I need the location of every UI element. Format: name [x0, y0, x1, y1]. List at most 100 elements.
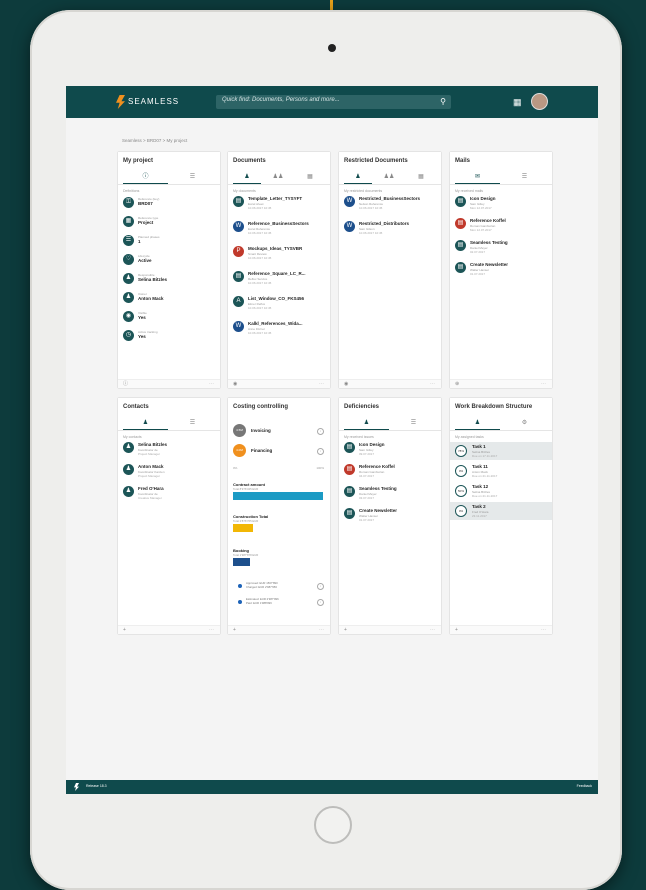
- more-icon[interactable]: ⋯: [430, 380, 435, 388]
- more-icon[interactable]: ⋯: [541, 626, 546, 634]
- document-date: 10.06.2017 10:45: [359, 205, 383, 210]
- home-button[interactable]: [314, 806, 352, 844]
- deficiency-name: Seamless Testing: [359, 486, 397, 491]
- more-icon[interactable]: ⋯: [209, 626, 214, 634]
- document-item[interactable]: W Kalkl_References_Wida... Anne Fitzner 10.…: [233, 321, 329, 337]
- task-due: Due on 21.11.2017: [472, 493, 498, 498]
- contact-item[interactable]: ♟ Anton Mack Koordinator Kanzen Project Man…: [123, 464, 219, 480]
- eye-icon[interactable]: ◉: [233, 380, 237, 388]
- task-name: Task 1: [472, 444, 486, 449]
- costing-controlling-card: Costing controlling 4.5M Invoicing i 4.0…: [228, 398, 330, 634]
- document-item[interactable]: A List_Window_CO_FKS456 Elmer Reflux 10.06.…: [233, 296, 329, 312]
- feedback-link[interactable]: Feedback: [577, 784, 592, 788]
- definition-row[interactable]: ☰ Planned phases 1: [123, 235, 219, 251]
- task-item[interactable]: 0% Task 11 Anton Mack Due on 21.11.2017: [450, 462, 552, 480]
- definition-row[interactable]: ▦ Reference type Project: [123, 216, 219, 232]
- mail-subject: Seamless Testing: [470, 240, 508, 245]
- search-icon[interactable]: ⚲: [440, 97, 446, 107]
- more-icon[interactable]: ⋯: [430, 626, 435, 634]
- tab-info[interactable]: ⓘ: [123, 172, 168, 184]
- info-icon[interactable]: i: [317, 599, 324, 606]
- tab-person[interactable]: ♟: [455, 418, 500, 430]
- contact-name: Anton Mack: [138, 464, 164, 469]
- search-input[interactable]: Quick find: Documents, Persons and more.…: [216, 95, 451, 109]
- avatar[interactable]: [531, 93, 548, 110]
- info-icon[interactable]: i: [317, 448, 324, 455]
- tab-list[interactable]: ☰: [170, 418, 215, 429]
- deficiency-item[interactable]: ▤ Create Newsletter Walter Hanser 01.07.201…: [344, 508, 440, 524]
- definition-value: BRD07: [138, 201, 153, 206]
- definition-row[interactable]: ♟ Owner Anton Mack: [123, 292, 219, 308]
- tab-folder[interactable]: ▦: [296, 172, 324, 183]
- cost-legend-item: Approved: EUR 1567'890 Charged: EUR 2'987…: [238, 581, 324, 592]
- tab-list[interactable]: ☰: [170, 172, 215, 183]
- definition-row[interactable]: ♡ Lifecycle Active: [123, 254, 219, 270]
- task-item[interactable]: 50% Task 12 Selina Bitzles Due on 21.11.201…: [450, 482, 552, 500]
- mail-icon: ▤: [455, 196, 466, 207]
- word-icon: W: [344, 196, 355, 207]
- range-min: 0%: [233, 466, 238, 470]
- restricted-document-item[interactable]: W Restricted_BusinessSectors Nelson Refere…: [344, 196, 440, 212]
- contact-item[interactable]: ♟ Fred O'Hara Koordinator de Creative Manag…: [123, 486, 219, 502]
- tab-inbox[interactable]: ✉: [455, 172, 500, 184]
- add-icon[interactable]: +: [455, 626, 458, 634]
- task-item[interactable]: 78% Task 1 Selina Bitzles Due on 17.11.2017: [450, 442, 552, 460]
- deficiency-item[interactable]: ▤ Reference Koffel Roman Gamburian 04.07.20…: [344, 464, 440, 480]
- add-icon[interactable]: +: [233, 626, 236, 634]
- breadcrumb: Seamless > BRD07 > My project: [122, 138, 188, 143]
- invoicing-label: Invoicing: [251, 428, 271, 433]
- person-icon: ♟: [123, 486, 134, 497]
- document-item[interactable]: W Reference_BusinessSectors Excel Referenc…: [233, 221, 329, 237]
- doc-icon: ▤: [233, 196, 244, 207]
- deficiency-item[interactable]: ▤ Seamless Testing Daniel Meyer 03.07.2017: [344, 486, 440, 502]
- document-item[interactable]: ▤ Reference_Square_LC_R... Reflux Service 1…: [233, 271, 329, 287]
- more-icon[interactable]: ⋯: [209, 380, 214, 388]
- progress-ring: 0%: [455, 465, 467, 477]
- restricted-document-item[interactable]: W Restricted_Distributors Sam Gilson 10.06.…: [344, 221, 440, 237]
- folder-icon: ▦: [123, 216, 134, 227]
- contact-item[interactable]: ♟ Selina Bitzles Koordinator de Project Man…: [123, 442, 219, 458]
- tab-person[interactable]: ♟: [344, 418, 389, 430]
- document-item[interactable]: ▤ Template_Letter_TYSYFT Excel sheet 10.06.…: [233, 196, 329, 212]
- document-item[interactable]: P Mockups_Ideas_TYSVBR Smart Review 10.06.2…: [233, 246, 329, 262]
- definition-row[interactable]: ♟ Responsible Selina Bitzles: [123, 273, 219, 289]
- mail-item[interactable]: ▤ Reference Koffel Roman Gamburian Mon 12.0…: [455, 218, 551, 234]
- mail-item[interactable]: ▤ Icon Design Sam Gilley Mon 12.07.2017: [455, 196, 551, 212]
- tab-list[interactable]: ☰: [391, 418, 436, 429]
- more-icon[interactable]: ⋯: [541, 380, 546, 388]
- my-project-card: My project ⓘ ☰ Definitions ⓘ ⋯ ⚿ Referenc…: [118, 152, 220, 388]
- add-icon[interactable]: ⊕: [455, 380, 459, 388]
- info-icon[interactable]: i: [317, 583, 324, 590]
- mail-subject: Reference Koffel: [470, 218, 506, 223]
- tab-group[interactable]: ♟♟: [264, 172, 292, 183]
- definition-row[interactable]: ⚿ Reference (key) BRD07: [123, 197, 219, 213]
- more-icon[interactable]: ⋯: [319, 380, 324, 388]
- definition-value: Active: [138, 258, 152, 263]
- card-title: Restricted Documents: [344, 158, 408, 164]
- tab-sent[interactable]: ☰: [502, 172, 547, 183]
- definition-row[interactable]: ◷ Active tracking Yes: [123, 330, 219, 346]
- tab-folder[interactable]: ▦: [407, 172, 435, 183]
- tab-person[interactable]: ♟: [233, 172, 261, 184]
- tab-person[interactable]: ♟: [123, 418, 168, 430]
- more-icon[interactable]: ⋯: [319, 626, 324, 634]
- add-icon[interactable]: +: [123, 626, 126, 634]
- tab-settings[interactable]: ⚙: [502, 418, 547, 429]
- deficiency-item[interactable]: ▤ Icon Design Sam Gilley 09.07.2017: [344, 442, 440, 458]
- mail-icon: ▤: [455, 262, 466, 273]
- eye-icon[interactable]: ◉: [344, 380, 348, 388]
- add-icon[interactable]: +: [344, 626, 347, 634]
- mail-date: 02.07.2017: [470, 249, 486, 254]
- mail-item[interactable]: ▤ Seamless Testing Daniel Meyer 02.07.2017: [455, 240, 551, 256]
- tab-person[interactable]: ♟: [344, 172, 372, 184]
- task-item[interactable]: 0% Task 2 Fred O'Hara 23.11.2017: [450, 502, 552, 520]
- subhead: My assigned tasks: [455, 435, 484, 439]
- info-icon[interactable]: ⓘ: [123, 380, 128, 388]
- definition-row[interactable]: ◉ Visible Yes: [123, 311, 219, 327]
- info-icon[interactable]: i: [317, 428, 324, 435]
- apps-grid-icon[interactable]: ▦: [513, 98, 522, 107]
- deficiency-date: 04.07.2017: [359, 473, 375, 478]
- document-name: Kalkl_References_Wida...: [248, 321, 303, 326]
- mail-item[interactable]: ▤ Create Newsletter Walter Hanser 01.07.201…: [455, 262, 551, 278]
- tab-group[interactable]: ♟♟: [375, 172, 403, 183]
